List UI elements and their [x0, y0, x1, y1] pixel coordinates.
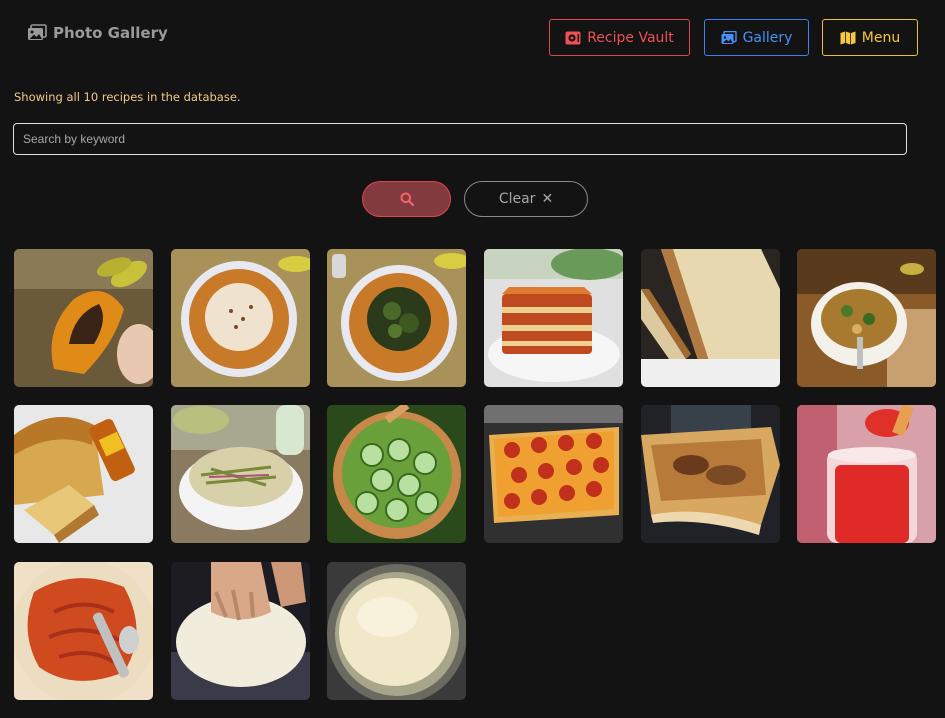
map-icon [840, 31, 856, 44]
search-input[interactable] [13, 123, 907, 155]
photo-image [327, 249, 466, 387]
recipe-vault-icon [565, 31, 581, 44]
photo-pizza-dough-sauce[interactable] [14, 562, 153, 700]
images-icon [28, 24, 47, 40]
photo-image [171, 249, 310, 387]
brand[interactable]: Photo Gallery [27, 24, 168, 42]
brand-title: Photo Gallery [53, 24, 168, 42]
photo-image [641, 249, 780, 387]
photo-image [797, 249, 936, 387]
photo-tomato-sauce-jar[interactable] [797, 405, 936, 543]
close-icon: ✕ [541, 191, 554, 207]
search-button[interactable] [362, 181, 451, 217]
photo-image [327, 562, 466, 700]
photo-image [14, 249, 153, 387]
photo-coleslaw[interactable] [171, 405, 310, 543]
photo-gallery-page: Photo Gallery Recipe Vault Gallery Menu … [0, 0, 945, 718]
photo-image [171, 405, 310, 543]
photo-image [797, 405, 936, 543]
photo-risen-dough[interactable] [327, 562, 466, 700]
photo-image [327, 405, 466, 543]
clear-button[interactable]: Clear ✕ [464, 181, 588, 217]
photo-bowl-cream-topping[interactable] [171, 249, 310, 387]
photo-pepperoni-pizza[interactable] [484, 405, 623, 543]
photo-lasagna[interactable] [484, 249, 623, 387]
photo-vegetable-soup[interactable] [797, 249, 936, 387]
photo-image [484, 405, 623, 543]
gallery-label: Gallery [742, 29, 793, 46]
clear-label: Clear [498, 191, 536, 207]
recipe-vault-button[interactable]: Recipe Vault [549, 19, 690, 56]
photo-bowl-greens-topping[interactable] [327, 249, 466, 387]
menu-button[interactable]: Menu [822, 19, 918, 56]
recipe-vault-label: Recipe Vault [587, 29, 674, 46]
photo-image [14, 562, 153, 700]
images-icon [721, 30, 737, 44]
gallery-button[interactable]: Gallery [704, 19, 809, 56]
photo-kneading-dough[interactable] [171, 562, 310, 700]
photo-image [14, 405, 153, 543]
photo-cheese-bread-pizza[interactable] [641, 405, 780, 543]
results-status: Showing all 10 recipes in the database. [14, 90, 241, 104]
photo-image [484, 249, 623, 387]
photo-image [641, 405, 780, 543]
search-icon [400, 192, 414, 206]
menu-label: Menu [861, 29, 901, 46]
photo-cheese-taco[interactable] [14, 249, 153, 387]
photo-beer-bread[interactable] [14, 405, 153, 543]
photo-image [171, 562, 310, 700]
photo-cucumber-salad[interactable] [327, 405, 466, 543]
photo-sourdough-bread[interactable] [641, 249, 780, 387]
